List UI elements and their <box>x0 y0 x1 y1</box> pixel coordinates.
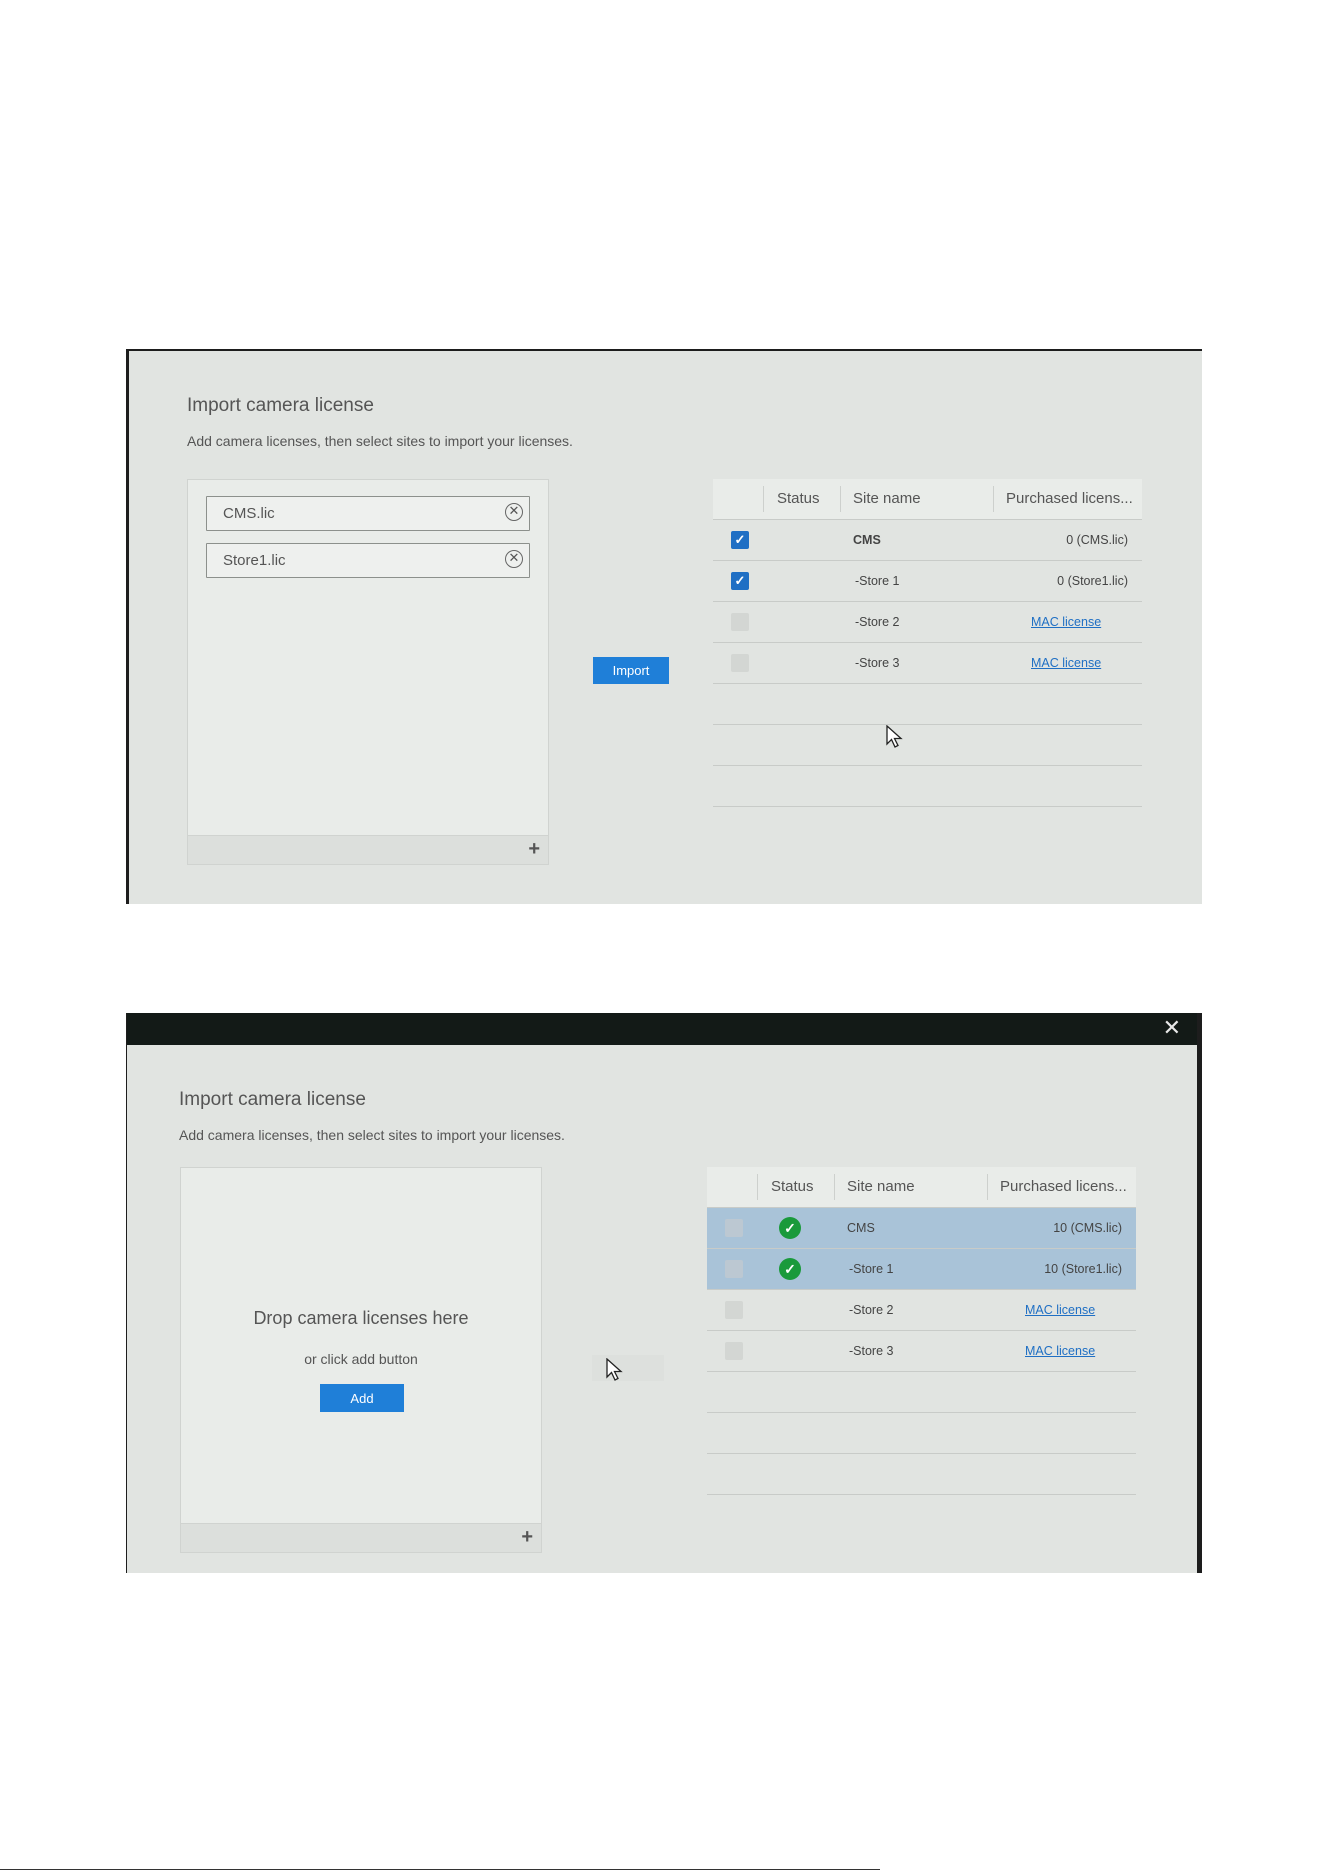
row-checkbox[interactable] <box>725 1260 743 1278</box>
site-name: -Store 3 <box>849 1344 894 1358</box>
empty-row <box>707 1413 1136 1454</box>
row-checkbox[interactable] <box>725 1301 743 1319</box>
column-status[interactable]: Status <box>777 490 820 507</box>
table-row[interactable]: ✓ CMS 0 (CMS.lic) <box>713 520 1142 561</box>
empty-row <box>713 684 1142 725</box>
screenshot-import-before: Import camera license Add camera license… <box>126 349 1202 904</box>
row-checkbox[interactable] <box>731 613 749 631</box>
table-row[interactable]: -Store 3 MAC license <box>713 643 1142 684</box>
site-table: Status Site name Purchased licens... ✓ C… <box>713 479 1142 807</box>
import-button[interactable]: Import <box>593 657 669 684</box>
column-purchased[interactable]: Purchased licens... <box>1006 490 1133 507</box>
site-name: -Store 3 <box>855 656 900 670</box>
purchased-license: 0 (Store1.lic) <box>1057 574 1128 588</box>
license-file-item: CMS.lic ✕ <box>206 496 530 531</box>
close-icon[interactable]: ✕ <box>1163 1017 1181 1039</box>
mouse-pointer-icon <box>886 725 903 748</box>
mac-license-link[interactable]: MAC license <box>1025 1344 1095 1358</box>
empty-row <box>707 1372 1136 1413</box>
check-circle-icon: ✓ <box>779 1217 801 1239</box>
drop-zone-title: Drop camera licenses here <box>253 1308 469 1328</box>
dialog-subtitle: Add camera licenses, then select sites t… <box>179 1127 565 1143</box>
license-file-item: Store1.lic ✕ <box>206 543 530 578</box>
column-purchased[interactable]: Purchased licens... <box>1000 1178 1127 1195</box>
dialog-title: Import camera license <box>179 1089 366 1110</box>
license-file-name: Store1.lic <box>223 552 286 569</box>
table-row[interactable]: ✓ -Store 1 0 (Store1.lic) <box>713 561 1142 602</box>
site-name: -Store 2 <box>849 1303 894 1317</box>
table-header: Status Site name Purchased licens... <box>713 479 1142 520</box>
check-icon: ✓ <box>734 532 746 547</box>
column-site-name[interactable]: Site name <box>853 490 921 507</box>
window-titlebar: ✕ <box>127 1013 1197 1045</box>
site-name: CMS <box>847 1221 875 1235</box>
license-drop-zone[interactable]: Drop camera licenses here or click add b… <box>180 1167 542 1553</box>
row-checkbox[interactable] <box>731 654 749 672</box>
row-checkbox[interactable]: ✓ <box>731 572 749 590</box>
screenshot-import-after: ✕ Import camera license Add camera licen… <box>126 1013 1202 1573</box>
check-circle-icon: ✓ <box>779 1258 801 1280</box>
close-circle-icon[interactable]: ✕ <box>505 503 523 521</box>
empty-row <box>713 725 1142 766</box>
site-name: -Store 1 <box>855 574 900 588</box>
mouse-pointer-icon <box>606 1358 623 1381</box>
row-checkbox[interactable] <box>725 1219 743 1237</box>
file-list-footer: + <box>181 1523 541 1552</box>
add-button[interactable]: Add <box>320 1384 404 1412</box>
empty-row <box>713 766 1142 807</box>
table-row[interactable]: ✓ CMS 10 (CMS.lic) <box>707 1208 1136 1249</box>
row-checkbox[interactable] <box>725 1342 743 1360</box>
dialog-subtitle: Add camera licenses, then select sites t… <box>187 433 573 449</box>
purchased-license: 0 (CMS.lic) <box>1066 533 1128 547</box>
plus-icon[interactable]: + <box>528 838 540 860</box>
site-table: Status Site name Purchased licens... ✓ C… <box>707 1167 1136 1495</box>
drop-zone-subtitle: or click add button <box>304 1351 418 1367</box>
site-name: -Store 2 <box>855 615 900 629</box>
file-list-footer: + <box>188 835 548 864</box>
empty-row <box>707 1454 1136 1495</box>
table-row[interactable]: -Store 3 MAC license <box>707 1331 1136 1372</box>
plus-icon[interactable]: + <box>521 1526 533 1548</box>
import-button-disabled <box>592 1355 664 1381</box>
purchased-license: 10 (Store1.lic) <box>1044 1262 1122 1276</box>
table-row[interactable]: -Store 2 MAC license <box>713 602 1142 643</box>
check-icon: ✓ <box>734 573 746 588</box>
page-footer-rule <box>0 1869 880 1870</box>
column-site-name[interactable]: Site name <box>847 1178 915 1195</box>
license-file-name: CMS.lic <box>223 505 275 522</box>
close-circle-icon[interactable]: ✕ <box>505 550 523 568</box>
license-file-list: CMS.lic ✕ Store1.lic ✕ + <box>187 479 549 865</box>
table-header: Status Site name Purchased licens... <box>707 1167 1136 1208</box>
site-name: -Store 1 <box>849 1262 894 1276</box>
mac-license-link[interactable]: MAC license <box>1025 1303 1095 1317</box>
site-name: CMS <box>853 533 881 547</box>
table-row[interactable]: ✓ -Store 1 10 (Store1.lic) <box>707 1249 1136 1290</box>
purchased-license: 10 (CMS.lic) <box>1053 1221 1122 1235</box>
mac-license-link[interactable]: MAC license <box>1031 615 1101 629</box>
mac-license-link[interactable]: MAC license <box>1031 656 1101 670</box>
column-status[interactable]: Status <box>771 1178 814 1195</box>
dialog-title: Import camera license <box>187 395 374 416</box>
table-row[interactable]: -Store 2 MAC license <box>707 1290 1136 1331</box>
row-checkbox[interactable]: ✓ <box>731 531 749 549</box>
